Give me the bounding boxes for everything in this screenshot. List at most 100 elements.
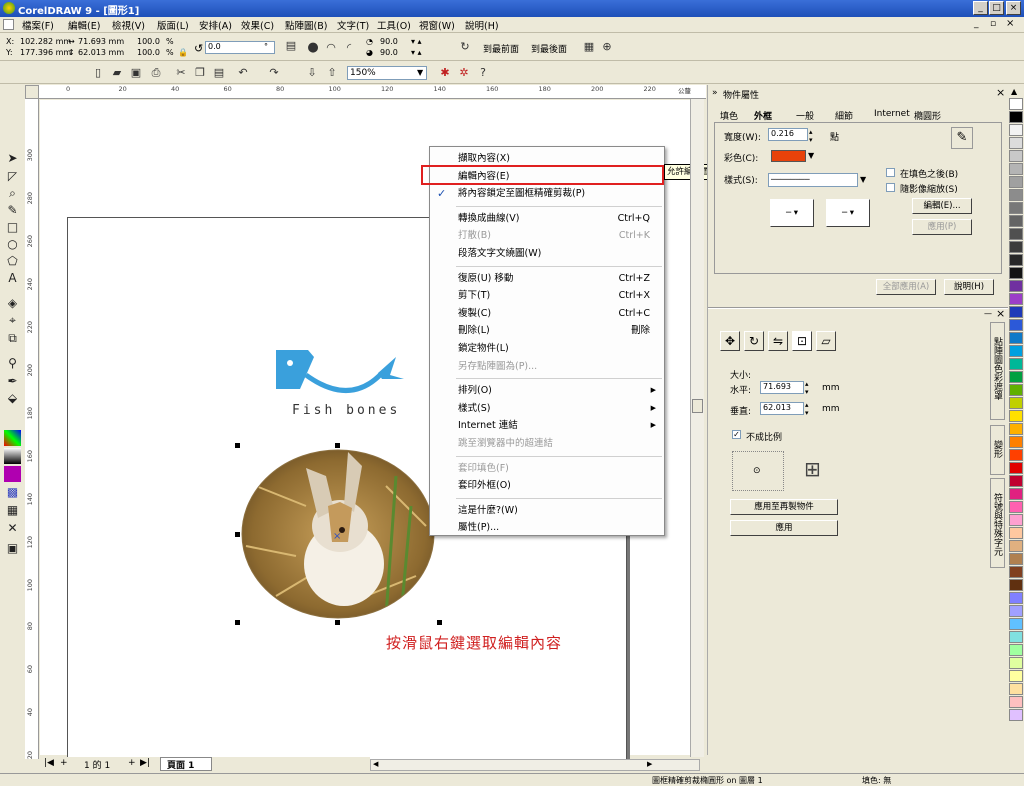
scale-y-field[interactable]: 100.0 [137, 48, 160, 57]
palette-swatch[interactable] [1009, 241, 1023, 253]
menu-text[interactable]: 文字(T) [337, 18, 369, 32]
scale-image-checkbox[interactable] [886, 183, 895, 192]
minimize-button[interactable]: _ [973, 1, 988, 15]
texture-icon[interactable]: ▩ [4, 484, 21, 500]
scale-mirror-icon[interactable]: ⇋ [768, 331, 788, 351]
scroll-right-icon[interactable]: ▶ [647, 760, 652, 768]
scale-x-field[interactable]: 100.0 [137, 37, 160, 46]
outline-tool-icon[interactable]: ✒ [4, 373, 21, 389]
menu-view[interactable]: 檢視(V) [112, 18, 145, 32]
undo-icon[interactable]: ↶ [236, 66, 250, 80]
menu-file[interactable]: 檔案(F) [22, 18, 54, 32]
context-menu-item[interactable]: 跳至瀏覽器中的超連結 [430, 435, 664, 452]
rabbit-powerclip[interactable]: × [236, 446, 441, 624]
palette-swatch[interactable] [1009, 306, 1023, 318]
ellipse-tool-icon[interactable]: ○ [4, 236, 21, 252]
context-menu-item[interactable]: 復原(U) 移動 Ctrl+Z [430, 270, 664, 287]
color-dropdown-icon[interactable]: ▼ [808, 151, 814, 160]
palette-swatch[interactable] [1009, 683, 1023, 695]
vertical-scroll-thumb[interactable] [692, 399, 703, 413]
palette-swatch[interactable] [1009, 280, 1023, 292]
palette-swatch[interactable] [1009, 488, 1023, 500]
ruler-origin[interactable] [25, 85, 39, 99]
handle-tl[interactable] [235, 443, 240, 448]
tab-outline[interactable]: 外框 [754, 109, 772, 122]
context-menu-item[interactable]: 鎖定物件(L) [430, 340, 664, 357]
palette-swatch[interactable] [1009, 163, 1023, 175]
tab-ellipse[interactable]: 橢圓形 [914, 109, 941, 122]
to-back-button[interactable]: 到最後面 [531, 42, 567, 55]
v-spinner-icon[interactable]: ▴ ▾ [805, 401, 809, 417]
width-spinner-icon[interactable]: ▴ ▾ [809, 128, 813, 144]
maximize-button[interactable]: □ [989, 1, 1004, 15]
context-menu-item[interactable]: 複製(C) Ctrl+C [430, 305, 664, 322]
first-page-icon[interactable]: |◀ [44, 758, 54, 768]
tab-general[interactable]: 一般 [796, 109, 814, 122]
pick-tool-icon[interactable]: ➤ [4, 150, 21, 166]
palette-swatch[interactable] [1009, 137, 1023, 149]
menu-tools[interactable]: 工具(O) [377, 18, 411, 32]
side-tab-symbols[interactable]: 符號與特殊字元 [990, 478, 1005, 568]
no-fill-icon[interactable]: ✕ [4, 520, 21, 536]
transform-close-icon[interactable]: × [996, 307, 1005, 320]
menu-help[interactable]: 說明(H) [465, 18, 499, 32]
cut-icon[interactable]: ✂ [174, 66, 188, 80]
document-icon[interactable] [3, 19, 14, 30]
menu-edit[interactable]: 編輯(E) [68, 18, 100, 32]
gradient-icon[interactable] [4, 448, 21, 464]
horizontal-ruler[interactable]: 0 20 40 60 80 100 120 140 160 180 200 220 公釐 [38, 85, 706, 99]
spinner-down-icon[interactable]: ▾ ▴ [411, 48, 422, 57]
palette-swatch[interactable] [1009, 410, 1023, 422]
palette-swatch[interactable] [1009, 462, 1023, 474]
context-menu-item[interactable]: 排列(O) ▶ [430, 382, 664, 399]
redo-icon[interactable]: ↷ [267, 66, 281, 80]
handle-tm[interactable] [335, 443, 340, 448]
context-menu-item[interactable]: 段落文字文繞圖(W) [430, 245, 664, 262]
palette-swatch[interactable] [1009, 605, 1023, 617]
h-spinner-icon[interactable]: ▴ ▾ [805, 380, 809, 396]
palette-swatch[interactable] [1009, 527, 1023, 539]
outline-pen-icon[interactable]: ✎ [951, 127, 973, 149]
apply-button[interactable]: 應用 [730, 520, 838, 536]
rectangle-tool-icon[interactable]: □ [4, 219, 21, 235]
horizontal-scrollbar[interactable]: ◀ ▶ [370, 759, 700, 771]
v-size-field[interactable]: 62.013 [760, 402, 804, 415]
palette-swatch[interactable] [1009, 384, 1023, 396]
to-front-button[interactable]: 到最前面 [483, 42, 519, 55]
shape-tool-icon[interactable]: ◸ [4, 168, 21, 184]
convert-icon[interactable]: ▦ [582, 40, 596, 54]
vertical-scrollbar[interactable] [690, 99, 704, 757]
spinner-up-icon[interactable]: ▾ ▴ [411, 37, 422, 46]
postscript-icon[interactable]: ▦ [4, 502, 21, 518]
end-angle-field[interactable]: 90.0 [380, 48, 398, 57]
palette-swatch[interactable] [1009, 267, 1023, 279]
docker-close-icon[interactable]: × [996, 86, 1005, 99]
outline-width-field[interactable]: 0.216 [768, 128, 808, 141]
palette-swatch[interactable] [1009, 670, 1023, 682]
color-docker-icon[interactable]: ▣ [4, 540, 21, 556]
palette-swatch[interactable] [1009, 150, 1023, 162]
transform-minimize-icon[interactable]: — [984, 309, 992, 318]
h-size-field[interactable]: 71.693 [760, 381, 804, 394]
context-menu-item[interactable]: 剪下(T) Ctrl+X [430, 287, 664, 304]
context-menu-item[interactable]: 轉換成曲線(V) Ctrl+Q [430, 210, 664, 227]
palette-swatch[interactable] [1009, 319, 1023, 331]
menu-window[interactable]: 視窗(W) [419, 18, 455, 32]
anchor-center-icon[interactable]: ⊙ [753, 466, 761, 476]
scroll-left-icon[interactable]: ◀ [373, 760, 378, 768]
palette-swatch[interactable] [1009, 228, 1023, 240]
menu-effects[interactable]: 效果(C) [241, 18, 274, 32]
palette-swatch[interactable] [1009, 553, 1023, 565]
palette-swatch[interactable] [1009, 514, 1023, 526]
palette-swatch[interactable] [1009, 618, 1023, 630]
skew-tool-icon[interactable]: ▱ [816, 331, 836, 351]
start-arrow-select[interactable]: ─ ▾ [770, 199, 814, 227]
palette-swatch[interactable] [1009, 215, 1023, 227]
transparency-tool-icon[interactable]: ⌖ [4, 312, 21, 328]
palette-swatch[interactable] [1009, 696, 1023, 708]
palette-swatch[interactable] [1009, 293, 1023, 305]
style-dropdown-icon[interactable]: ▼ [860, 175, 866, 184]
palette-swatch[interactable] [1009, 709, 1023, 721]
tab-fill[interactable]: 填色 [720, 109, 738, 122]
palette-swatch[interactable] [1009, 176, 1023, 188]
